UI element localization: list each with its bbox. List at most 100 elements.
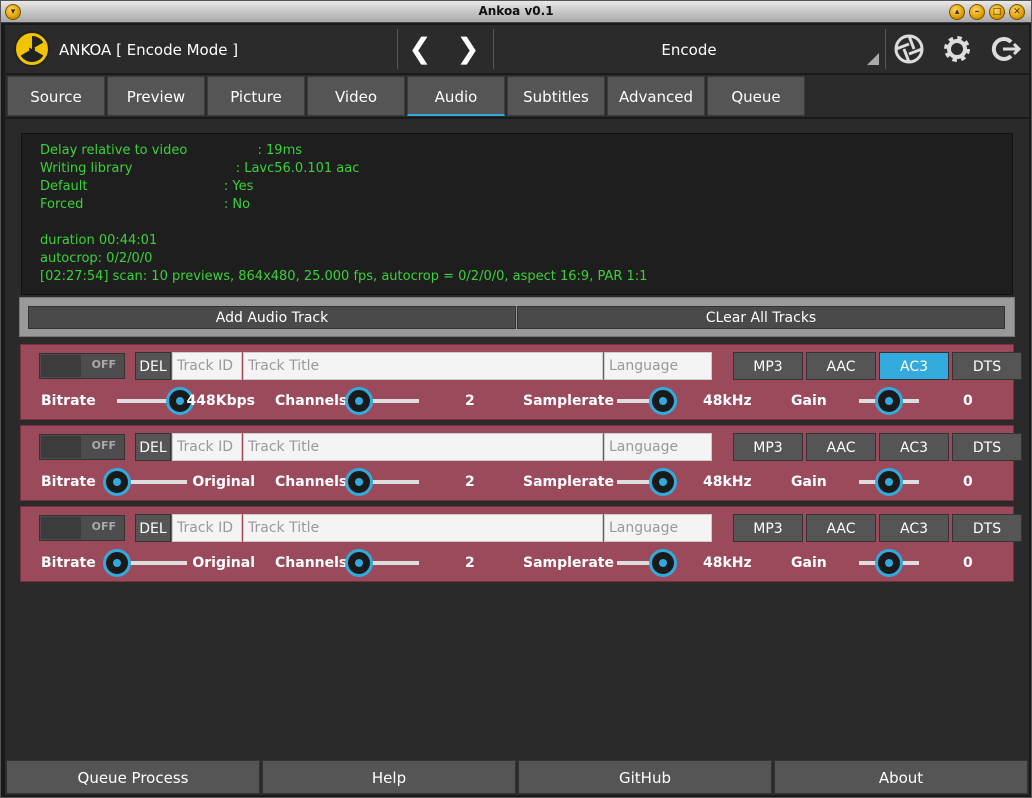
track-id-input[interactable]: Track ID — [172, 352, 242, 380]
toggle-state-label: OFF — [91, 439, 116, 452]
tab-audio[interactable]: Audio — [407, 76, 505, 116]
gain-slider[interactable] — [859, 549, 919, 577]
codec-dts-button[interactable]: DTS — [952, 433, 1022, 461]
help-button[interactable]: Help — [262, 760, 516, 794]
toggle-knob — [41, 436, 81, 458]
tab-picture[interactable]: Picture — [207, 76, 305, 116]
track-enable-toggle[interactable]: OFF — [39, 515, 125, 541]
codec-aac-button[interactable]: AAC — [806, 433, 876, 461]
codec-aac-button[interactable]: AAC — [806, 514, 876, 542]
audio-track: OFF DEL Track ID Track Title Language MP3 AAC A… — [20, 425, 1022, 501]
toolbar-divider — [885, 29, 886, 69]
codec-mp3-button[interactable]: MP3 — [733, 352, 803, 380]
channels-slider[interactable] — [345, 549, 419, 577]
channels-slider[interactable] — [345, 387, 419, 415]
gear-icon[interactable] — [941, 33, 973, 65]
track-title-input[interactable]: Track Title — [243, 433, 603, 461]
add-audio-track-button[interactable]: Add Audio Track — [28, 306, 516, 329]
codec-ac3-button[interactable]: AC3 — [879, 352, 949, 380]
channels-value: 2 — [465, 393, 475, 409]
about-button[interactable]: About — [774, 760, 1028, 794]
tab-bar: Source Preview Picture Video Audio Subti… — [5, 75, 1029, 117]
delete-track-button[interactable]: DEL — [135, 433, 171, 461]
slider-thumb[interactable] — [649, 549, 677, 577]
shade-icon[interactable]: ▴ — [949, 4, 965, 20]
slider-thumb[interactable] — [345, 387, 373, 415]
codec-mp3-button[interactable]: MP3 — [733, 433, 803, 461]
track-enable-toggle[interactable]: OFF — [39, 353, 125, 379]
track-enable-toggle[interactable]: OFF — [39, 434, 125, 460]
slider-thumb[interactable] — [875, 387, 903, 415]
codec-aac-button[interactable]: AAC — [806, 352, 876, 380]
toolbar: ANKOA [ Encode Mode ] ❮ ❯ Encode — [5, 25, 1029, 73]
samplerate-slider[interactable] — [617, 387, 677, 415]
codec-dts-button[interactable]: DTS — [952, 352, 1022, 380]
slider-thumb[interactable] — [649, 468, 677, 496]
slider-thumb[interactable] — [875, 549, 903, 577]
toggle-knob — [41, 517, 81, 539]
dropdown-corner-icon — [867, 53, 879, 65]
audio-panel: Delay relative to video : 19ms Writing l… — [5, 119, 1029, 759]
gain-label: Gain — [791, 555, 827, 571]
slider-thumb[interactable] — [345, 468, 373, 496]
audio-track: OFF DEL Track ID Track Title Language MP3 AAC A… — [20, 506, 1022, 582]
back-arrow-icon[interactable]: ❮ — [405, 33, 435, 65]
queue-process-button[interactable]: Queue Process — [6, 760, 260, 794]
gain-label: Gain — [791, 393, 827, 409]
bitrate-value: Original — [192, 555, 255, 571]
track-title-input[interactable]: Track Title — [243, 514, 603, 542]
gain-slider[interactable] — [859, 468, 919, 496]
track-id-input[interactable]: Track ID — [172, 433, 242, 461]
language-input[interactable]: Language — [604, 514, 712, 542]
delete-track-button[interactable]: DEL — [135, 352, 171, 380]
toggle-knob — [41, 355, 81, 377]
samplerate-slider[interactable] — [617, 549, 677, 577]
github-button[interactable]: GitHub — [518, 760, 772, 794]
mode-select[interactable]: Encode — [495, 29, 883, 69]
toolbar-divider — [397, 29, 398, 69]
bitrate-slider[interactable] — [103, 549, 187, 577]
gain-value: 0 — [963, 474, 973, 490]
codec-ac3-button[interactable]: AC3 — [879, 514, 949, 542]
bitrate-slider[interactable] — [117, 387, 194, 415]
scan-log[interactable]: Delay relative to video : 19ms Writing l… — [21, 133, 1013, 295]
app-window: ▾ Ankoa v0.1 ▴ – □ ✕ ANKOA [ Encode Mode… — [0, 0, 1032, 798]
forward-arrow-icon[interactable]: ❯ — [453, 33, 483, 65]
tab-source[interactable]: Source — [7, 76, 105, 116]
log-line: [02:27:54] scan: 10 previews, 864x480, 2… — [40, 269, 648, 284]
language-input[interactable]: Language — [604, 433, 712, 461]
tab-preview[interactable]: Preview — [107, 76, 205, 116]
tab-queue[interactable]: Queue — [707, 76, 805, 116]
title-bar: ▾ Ankoa v0.1 ▴ – □ ✕ — [1, 1, 1031, 23]
tab-video[interactable]: Video — [307, 76, 405, 116]
codec-mp3-button[interactable]: MP3 — [733, 514, 803, 542]
delete-track-button[interactable]: DEL — [135, 514, 171, 542]
bitrate-slider[interactable] — [103, 468, 187, 496]
tab-subtitles[interactable]: Subtitles — [507, 76, 605, 116]
slider-thumb[interactable] — [875, 468, 903, 496]
channels-slider[interactable] — [345, 468, 419, 496]
codec-dts-button[interactable]: DTS — [952, 514, 1022, 542]
gain-slider[interactable] — [859, 387, 919, 415]
minimize-icon[interactable]: – — [969, 4, 985, 20]
samplerate-slider[interactable] — [617, 468, 677, 496]
slider-thumb[interactable] — [649, 387, 677, 415]
track-id-input[interactable]: Track ID — [172, 514, 242, 542]
slider-thumb[interactable] — [103, 549, 131, 577]
tab-advanced[interactable]: Advanced — [607, 76, 705, 116]
clear-all-tracks-button[interactable]: CLear All Tracks — [517, 306, 1005, 329]
slider-thumb[interactable] — [103, 468, 131, 496]
logout-icon[interactable] — [989, 33, 1022, 65]
codec-ac3-button[interactable]: AC3 — [879, 433, 949, 461]
language-input[interactable]: Language — [604, 352, 712, 380]
close-icon[interactable]: ✕ — [1009, 4, 1025, 20]
slider-thumb[interactable] — [345, 549, 373, 577]
bitrate-label: Bitrate — [41, 393, 96, 409]
toggle-state-label: OFF — [91, 358, 116, 371]
channels-label: Channels — [275, 555, 348, 571]
aperture-icon[interactable] — [893, 33, 925, 65]
maximize-icon[interactable]: □ — [989, 4, 1005, 20]
log-line: duration 00:44:01 — [40, 233, 158, 248]
channels-label: Channels — [275, 393, 348, 409]
track-title-input[interactable]: Track Title — [243, 352, 603, 380]
